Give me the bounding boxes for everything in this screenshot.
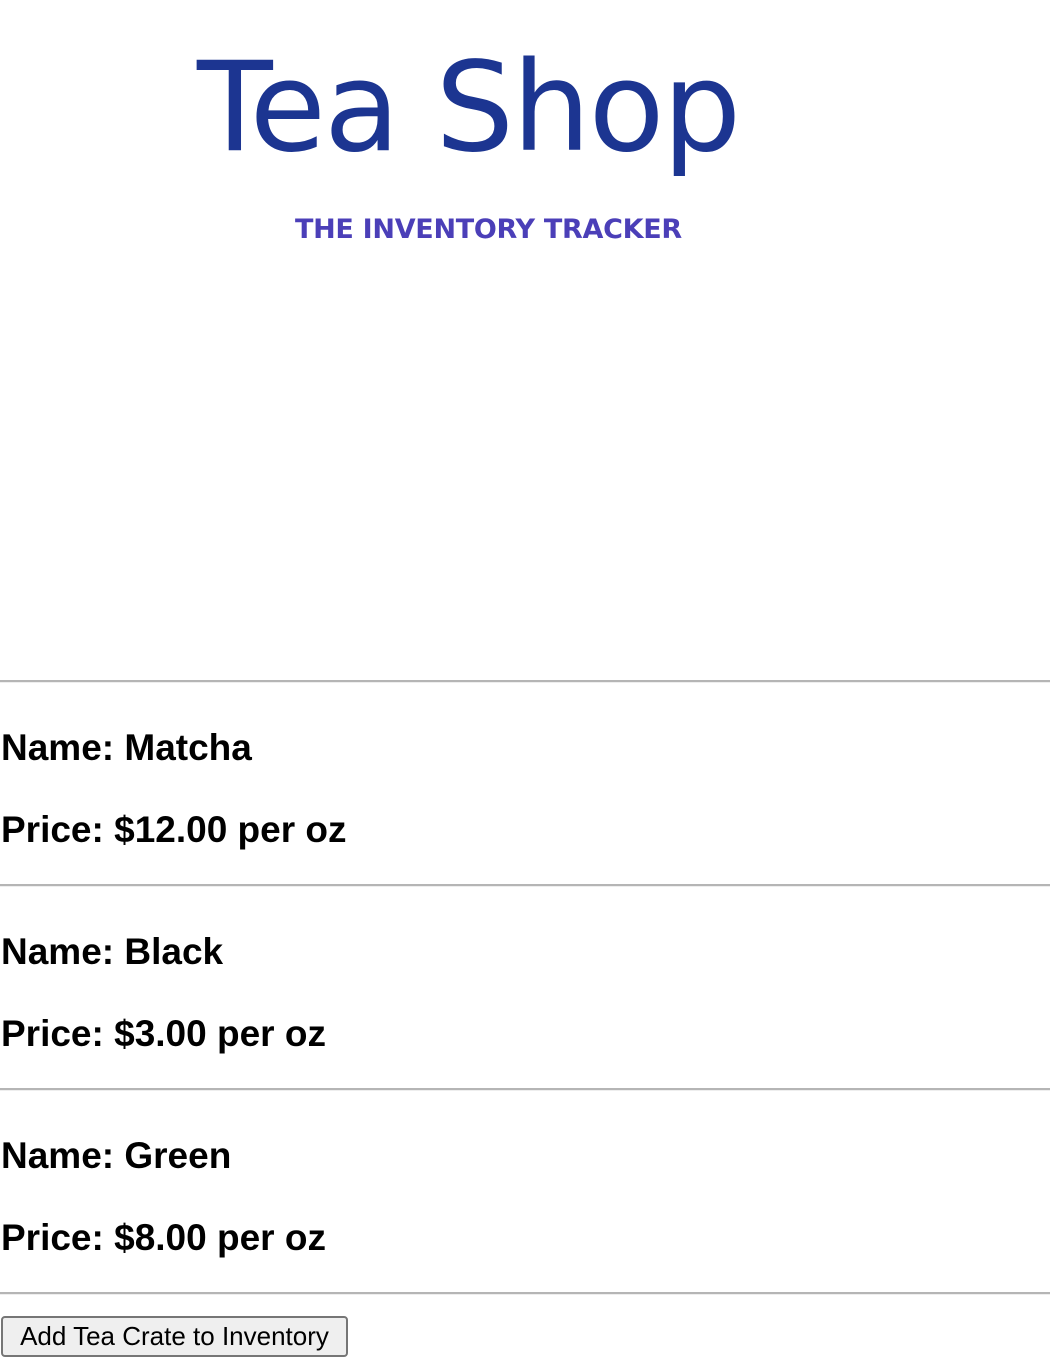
logo-title: Tea Shop — [197, 36, 741, 180]
divider — [0, 1292, 1050, 1295]
page: Tea Shop THE INVENTORY TRACKER Name: Mat… — [0, 0, 1050, 1358]
tea-inventory-list: Name: Matcha Price: $12.00 per oz Name: … — [0, 680, 1050, 1295]
tea-price: Price: $3.00 per oz — [1, 1013, 326, 1054]
logo-subtitle: THE INVENTORY TRACKER — [295, 214, 682, 245]
tea-name: Name: Green — [1, 1135, 232, 1176]
tea-shop-logo: Tea Shop THE INVENTORY TRACKER — [0, 0, 1050, 300]
tea-item-black: Name: Black Price: $3.00 per oz — [0, 887, 1050, 1088]
add-tea-crate-button[interactable]: Add Tea Crate to Inventory — [1, 1316, 348, 1357]
tea-item-matcha: Name: Matcha Price: $12.00 per oz — [0, 683, 1050, 884]
tea-price: Price: $12.00 per oz — [1, 809, 347, 850]
tea-name: Name: Black — [1, 931, 224, 972]
tea-name: Name: Matcha — [1, 727, 252, 768]
tea-item-green: Name: Green Price: $8.00 per oz — [0, 1091, 1050, 1292]
tea-price: Price: $8.00 per oz — [1, 1217, 326, 1258]
